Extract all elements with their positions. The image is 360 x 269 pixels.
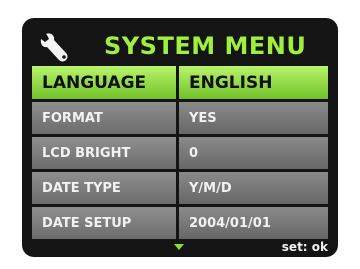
set-hint: set: ok <box>281 240 328 254</box>
menu-row-date-setup[interactable]: DATE SETUP 2004/01/01 <box>32 207 328 239</box>
menu-item-label: DATE SETUP <box>32 207 176 239</box>
menu-item-value: YES <box>179 102 328 134</box>
menu-item-value: 0 <box>179 137 328 169</box>
menu-row-lcd-bright[interactable]: LCD BRIGHT 0 <box>32 137 328 169</box>
menu-item-value: ENGLISH <box>179 66 328 99</box>
menu-row-date-type[interactable]: DATE TYPE Y/M/D <box>32 172 328 204</box>
menu-header: SYSTEM MENU <box>32 28 328 64</box>
camera-screen: SYSTEM MENU LANGUAGE ENGLISH FORMAT YES … <box>22 18 338 257</box>
menu-row-format[interactable]: FORMAT YES <box>32 102 328 134</box>
page-title: SYSTEM MENU <box>104 32 307 60</box>
menu-item-label: LANGUAGE <box>32 66 176 99</box>
menu-item-label: LCD BRIGHT <box>32 137 176 169</box>
menu-list: LANGUAGE ENGLISH FORMAT YES LCD BRIGHT 0… <box>32 66 328 242</box>
menu-item-value: Y/M/D <box>179 172 328 204</box>
menu-row-language[interactable]: LANGUAGE ENGLISH <box>32 66 328 99</box>
wrench-icon <box>40 33 68 62</box>
menu-item-label: DATE TYPE <box>32 172 176 204</box>
menu-item-value: 2004/01/01 <box>179 207 328 239</box>
menu-item-label: FORMAT <box>32 102 176 134</box>
triangle-down-icon <box>174 244 184 250</box>
